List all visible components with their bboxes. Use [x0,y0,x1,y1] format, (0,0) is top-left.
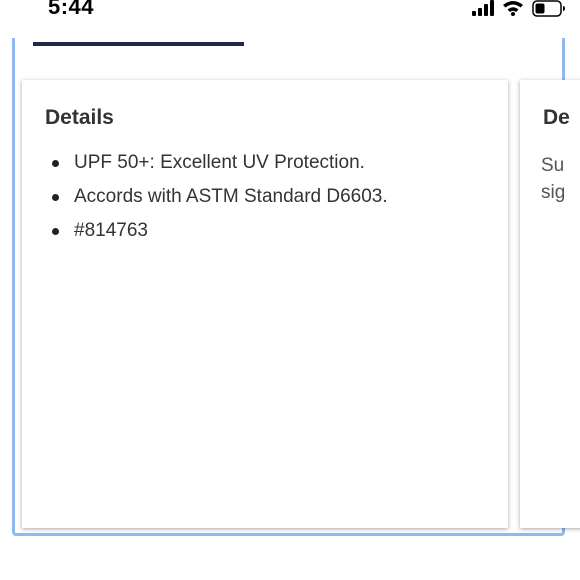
status-time: 5:44 [48,0,95,19]
battery-icon [532,0,565,17]
details-card: Details UPF 50+: Excellent UV Protection… [22,80,508,528]
status-bar: 5:44 [0,0,580,30]
details-card-title: Details [45,106,114,129]
next-card-body-line: sig [541,182,566,203]
wifi-icon [503,1,523,16]
detail-bullet-item-number: #814763 [52,220,388,254]
detail-bullet-upf: UPF 50+: Excellent UV Protection. [52,152,388,186]
next-card-partial[interactable]: De Su sig [520,80,580,528]
next-card-body: Su sig [541,152,580,206]
status-icons [472,0,566,18]
active-tab-indicator [33,42,244,46]
details-bullet-list: UPF 50+: Excellent UV Protection. Accord… [52,152,388,254]
cellular-signal-icon [472,0,494,16]
next-card-title: De [543,106,570,129]
screen: 5:44 Details UPF 50+: Excellent UV Prote… [0,0,580,580]
next-card-body-line: Su [541,155,565,176]
detail-bullet-astm: Accords with ASTM Standard D6603. [52,186,388,220]
